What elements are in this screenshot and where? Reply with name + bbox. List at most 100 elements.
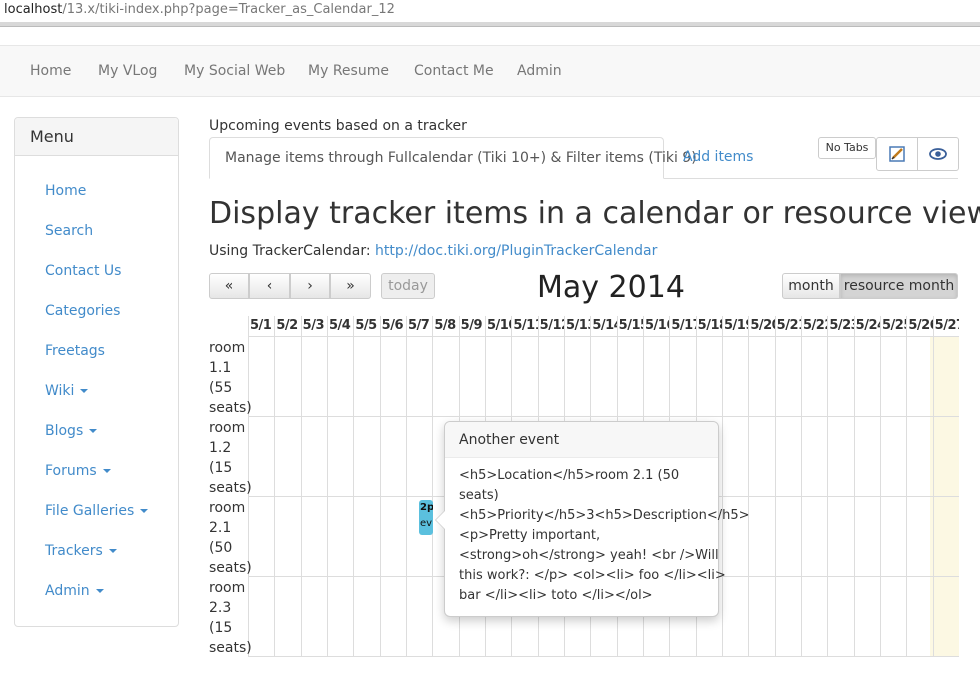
using-text: Using TrackerCalendar: http://doc.tiki.o…	[209, 243, 657, 259]
room-label-line: (55	[209, 380, 233, 396]
room-label-line: room	[209, 340, 246, 356]
no-tabs-button[interactable]: No Tabs	[818, 137, 876, 159]
popover-arrow	[435, 510, 445, 530]
calendar-title: May 2014	[537, 270, 685, 305]
day-header: 5/23	[827, 316, 854, 336]
doc-link[interactable]: http://doc.tiki.org/PluginTrackerCalenda…	[375, 243, 657, 259]
room-label-line: seats)	[209, 400, 252, 416]
day-header: 5/9	[458, 316, 485, 336]
day-header: 5/10	[485, 316, 511, 336]
day-header: 5/8	[432, 316, 458, 336]
menu-search[interactable]: Search	[45, 223, 93, 239]
tab-border	[664, 178, 958, 179]
resource-row-line	[248, 416, 959, 417]
popover-line: <strong>oh</strong> yeah! <br />Will	[459, 548, 719, 563]
caret-down-icon	[80, 389, 89, 393]
menu-file-galleries[interactable]: File Galleries	[45, 503, 149, 519]
next-year-button[interactable]: »	[330, 273, 371, 299]
nav-my-resume[interactable]: My Resume	[308, 46, 389, 96]
day-header: 5/5	[353, 316, 379, 336]
toolbar-divider	[0, 22, 980, 27]
day-header: 5/21	[774, 316, 801, 336]
room-label-line: 2.3	[209, 600, 232, 616]
room-label-line: room	[209, 500, 246, 516]
day-header: 5/14	[590, 316, 617, 336]
room-label: room 1.1 (55 seats)	[209, 338, 252, 418]
view-month-button[interactable]: month	[782, 273, 840, 299]
resource-row-line	[248, 656, 959, 657]
view-button[interactable]	[917, 137, 959, 171]
menu-freetags[interactable]: Freetags	[45, 343, 105, 359]
day-header: 5/11	[511, 316, 538, 336]
nav-contact-me[interactable]: Contact Me	[414, 46, 494, 96]
room-label-line: (15	[209, 460, 233, 476]
menu-forums-label: Forums	[45, 463, 97, 479]
room-label: room 1.2 (15 seats)	[209, 418, 252, 498]
popover-line: this work?: </p> <ol><li> foo </li><li>	[459, 568, 726, 583]
popover-title: Another event	[445, 422, 718, 458]
upcoming-heading: Upcoming events based on a tracker	[209, 118, 467, 134]
room-label-line: seats)	[209, 560, 252, 576]
event-popover: Another event <h5>Location</h5>room 2.1 …	[435, 421, 750, 617]
room-label-line: seats)	[209, 480, 252, 496]
today-button[interactable]: today	[381, 273, 435, 299]
day-header: 5/25	[880, 316, 906, 336]
room-label: room 2.3 (15 seats)	[209, 578, 252, 658]
day-header: 5/26	[906, 316, 933, 336]
popover-line: <p>Pretty important,	[459, 528, 601, 543]
menu-home[interactable]: Home	[45, 183, 86, 199]
menu-wiki[interactable]: Wiki	[45, 383, 89, 399]
room-label-line: 2.1	[209, 520, 232, 536]
popover-line: bar </li><li> toto </li></ol>	[459, 588, 653, 603]
popover-line: <h5>Priority</h5>3<h5>Description</h5>	[459, 508, 750, 523]
prev-button[interactable]: ‹	[249, 273, 290, 299]
next-button[interactable]: ›	[290, 273, 330, 299]
day-header: 5/24	[853, 316, 880, 336]
menu-categories[interactable]: Categories	[45, 303, 120, 319]
day-header: 5/20	[748, 316, 775, 336]
menu-blogs-label: Blogs	[45, 423, 84, 439]
prev-year-button[interactable]: «	[209, 273, 249, 299]
day-header: 5/18	[695, 316, 722, 336]
menu-forums[interactable]: Forums	[45, 463, 111, 479]
day-header: 5/22	[801, 316, 827, 336]
url-host: localhost	[4, 2, 63, 17]
menu-admin[interactable]: Admin	[45, 583, 104, 599]
room-label-line: (50	[209, 540, 233, 556]
day-header: 5/3	[300, 316, 327, 336]
room-label-line: (15	[209, 620, 233, 636]
tab-manage-items[interactable]: Manage items through Fullcalendar (Tiki …	[209, 137, 697, 179]
day-header: 5/7	[406, 316, 432, 336]
room-label-line: seats)	[209, 640, 252, 656]
resource-row-line	[248, 336, 959, 337]
menu-wiki-label: Wiki	[45, 383, 75, 399]
event-time: 2p	[420, 502, 433, 513]
nav-my-social-web[interactable]: My Social Web	[184, 46, 285, 96]
day-header: 5/19	[722, 316, 748, 336]
calendar-event[interactable]: 2p ev	[419, 500, 433, 535]
day-header: 5/12	[537, 316, 564, 336]
nav-home[interactable]: Home	[30, 46, 71, 96]
view-resource-month-button[interactable]: resource month	[840, 273, 958, 299]
room-label-line: room	[209, 420, 246, 436]
menu-trackers[interactable]: Trackers	[45, 543, 117, 559]
day-header: 5/16	[643, 316, 669, 336]
url-path: /13.x/tiki-index.php?page=Tracker_as_Cal…	[62, 2, 395, 17]
day-header: 5/1	[248, 316, 274, 336]
day-header: 5/13	[564, 316, 590, 336]
address-bar[interactable]: localhost/13.x/tiki-index.php?page=Track…	[0, 0, 980, 24]
edit-button[interactable]	[876, 137, 918, 171]
day-header: 5/27	[932, 316, 959, 336]
popover-line: seats)	[459, 488, 499, 503]
tab-add-items[interactable]: Add items	[683, 149, 753, 165]
top-navbar: Home My VLog My Social Web My Resume Con…	[0, 45, 980, 97]
caret-down-icon	[140, 509, 149, 513]
menu-blogs[interactable]: Blogs	[45, 423, 98, 439]
menu-admin-label: Admin	[45, 583, 90, 599]
nav-my-vlog[interactable]: My VLog	[98, 46, 157, 96]
menu-contact-us[interactable]: Contact Us	[45, 263, 121, 279]
caret-down-icon	[95, 589, 104, 593]
nav-admin[interactable]: Admin	[517, 46, 562, 96]
day-header: 5/2	[274, 316, 300, 336]
menu-file-galleries-label: File Galleries	[45, 503, 135, 519]
